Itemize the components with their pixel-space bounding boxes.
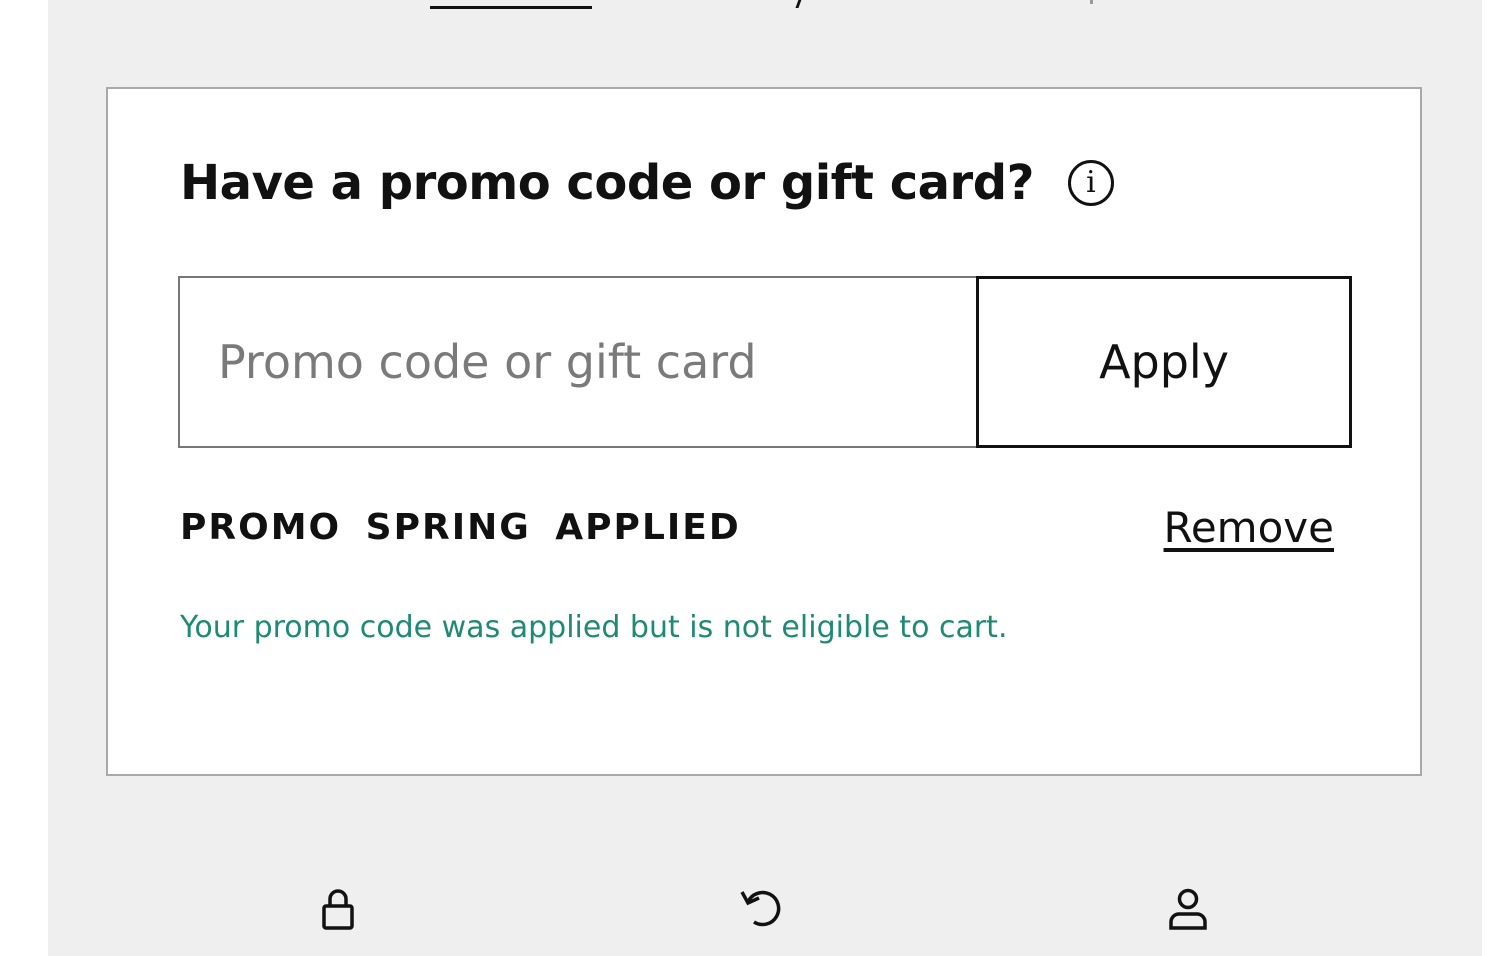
promo-input-row: Apply [178,276,1354,448]
user-icon[interactable] [1160,880,1216,936]
promo-heading-row: Have a promo code or gift card? i [180,155,1114,211]
lock-icon[interactable] [310,880,366,936]
footer-icon-bar [48,880,1482,940]
checkout-panel: Have a promo code or gift card? i Apply … [48,0,1482,956]
apply-button[interactable]: Apply [976,276,1352,448]
promo-code-card: Have a promo code or gift card? i Apply … [106,87,1422,776]
info-icon[interactable]: i [1067,160,1114,206]
promo-code-input[interactable] [178,276,978,448]
clipped-previous-content [430,0,1130,14]
applied-promo-row: PROMO SPRING APPLIED Remove [180,503,1334,552]
promo-heading: Have a promo code or gift card? [180,155,1034,211]
undo-icon[interactable] [734,880,790,936]
clipped-text-fragment [1090,0,1093,4]
remove-promo-link[interactable]: Remove [1164,503,1334,552]
applied-promo-label: PROMO SPRING APPLIED [180,507,741,548]
promo-eligibility-message: Your promo code was applied but is not e… [180,610,1008,645]
clipped-link-underline [430,6,592,9]
clipped-text-fragment [785,0,804,8]
